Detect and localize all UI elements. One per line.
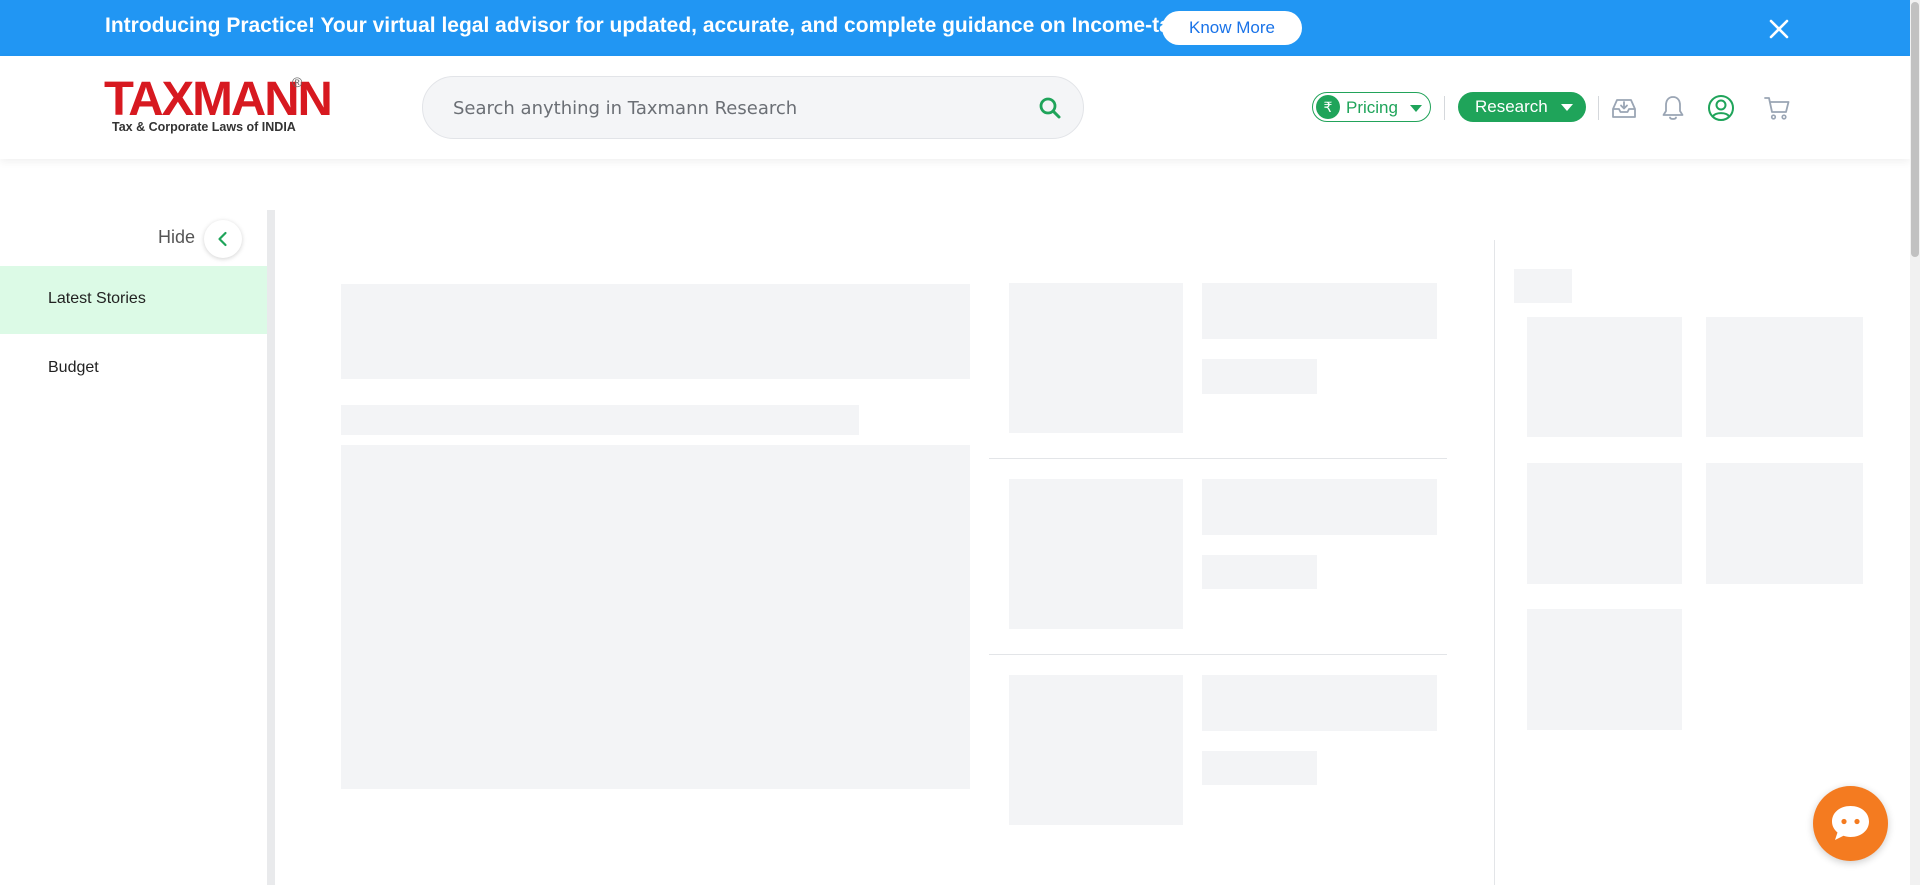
header-divider — [1598, 96, 1599, 120]
scrollbar-thumb[interactable] — [1911, 2, 1919, 257]
logo-registered-mark: ® — [292, 74, 303, 90]
chat-button[interactable] — [1813, 786, 1888, 861]
skeleton-divider — [989, 458, 1447, 459]
header-divider — [1444, 96, 1445, 120]
skeleton-block — [341, 284, 970, 379]
chevron-down-icon — [1561, 104, 1573, 111]
chevron-left-icon — [218, 231, 227, 247]
skeleton-tile — [1527, 317, 1682, 437]
skeleton-divider — [989, 654, 1447, 655]
skeleton-block — [1202, 555, 1317, 589]
sidebar-divider — [267, 210, 275, 885]
sidebar: Hide Latest Stories Budget — [0, 210, 267, 885]
rupee-icon: ₹ — [1316, 95, 1340, 119]
sidebar-item-label: Latest Stories — [48, 290, 146, 307]
skeleton-block — [1202, 359, 1317, 394]
skeleton-block — [341, 405, 859, 435]
chevron-down-icon — [1410, 105, 1422, 112]
banner-text: Introducing Practice! Your virtual legal… — [105, 14, 1189, 37]
skeleton-tile — [1527, 463, 1682, 584]
skeleton-thumbnail — [1009, 479, 1183, 629]
sidebar-item-latest-stories[interactable]: Latest Stories — [0, 266, 267, 334]
skeleton-block — [1202, 283, 1437, 339]
search-input[interactable] — [453, 93, 1013, 123]
hide-sidebar-button[interactable] — [204, 220, 242, 258]
site-header: TAXMANN ® Tax & Corporate Laws of INDIA … — [0, 56, 1910, 159]
skeleton-block — [341, 445, 970, 789]
sidebar-item-budget[interactable]: Budget — [0, 335, 267, 403]
skeleton-thumbnail — [1009, 675, 1183, 825]
sidebar-item-label: Budget — [48, 359, 99, 376]
cart-icon[interactable] — [1762, 93, 1792, 123]
skeleton-tile — [1527, 609, 1682, 730]
skeleton-block — [1202, 675, 1437, 731]
download-tray-icon[interactable] — [1609, 93, 1639, 123]
search-bar — [422, 76, 1084, 139]
skeleton-thumbnail — [1009, 283, 1183, 433]
user-icon[interactable] — [1706, 93, 1736, 123]
taxmann-logo[interactable]: TAXMANN ® Tax & Corporate Laws of INDIA — [104, 74, 333, 136]
know-more-button[interactable]: Know More — [1162, 11, 1302, 45]
pricing-dropdown[interactable]: ₹ Pricing — [1312, 92, 1431, 122]
skeleton-block — [1202, 751, 1317, 785]
skeleton-tile — [1706, 463, 1863, 584]
research-label: Research — [1475, 97, 1548, 116]
bell-icon[interactable] — [1658, 93, 1688, 123]
skeleton-block — [1202, 479, 1437, 535]
logo-tagline: Tax & Corporate Laws of INDIA — [112, 120, 296, 134]
announcement-banner: Introducing Practice! Your virtual legal… — [0, 0, 1910, 56]
pricing-label: Pricing — [1346, 98, 1398, 117]
research-dropdown[interactable]: Research — [1458, 92, 1586, 122]
close-icon[interactable] — [1766, 16, 1792, 42]
search-icon[interactable] — [1038, 96, 1062, 120]
hide-label[interactable]: Hide — [158, 227, 195, 248]
skeleton-tile — [1706, 317, 1863, 437]
column-divider — [1494, 240, 1495, 885]
skeleton-block — [1514, 269, 1572, 303]
chat-bubble-icon — [1832, 806, 1869, 840]
